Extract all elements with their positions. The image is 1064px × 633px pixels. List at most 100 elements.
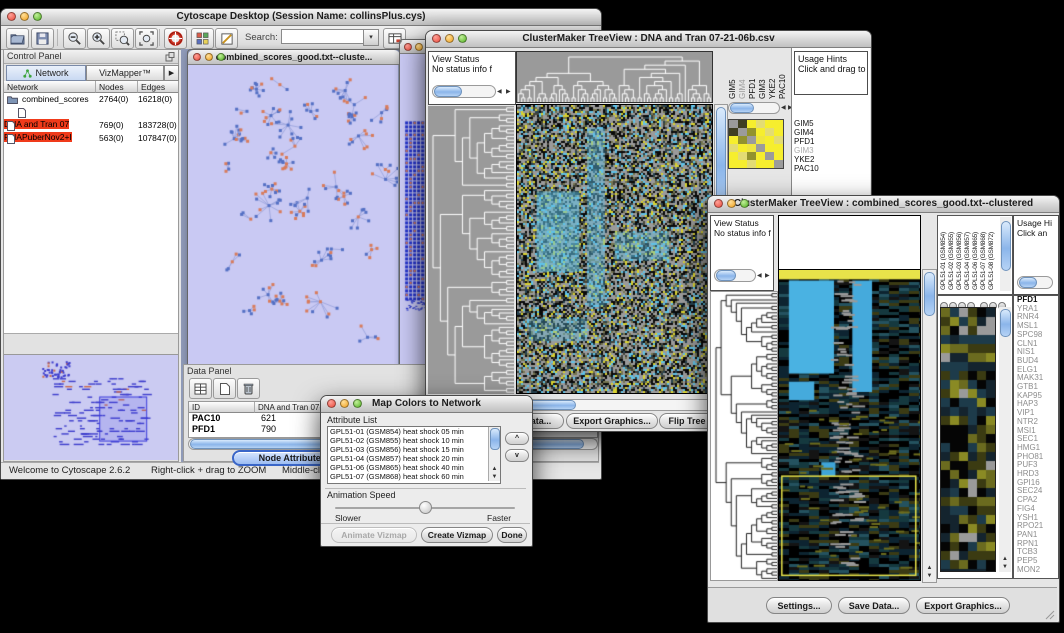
zoom-button[interactable]	[458, 34, 467, 43]
scrollbar-thumb[interactable]	[924, 272, 935, 316]
network-row[interactable]: RNAPuberNov2+I 563(0) 107847(0)	[4, 132, 178, 145]
search-input[interactable]	[281, 29, 365, 44]
network-row[interactable]: combined_scores 2764(0) 16218(0)	[4, 93, 178, 106]
network-canvas[interactable]	[188, 65, 398, 364]
zoom-fit-button[interactable]	[135, 28, 158, 49]
delete-attribute-button[interactable]	[237, 378, 260, 399]
speed-slider-thumb[interactable]	[419, 501, 432, 514]
network-view-titlebar[interactable]: combined_scores_good.txt--cluste...	[188, 50, 400, 65]
zoom-out-button[interactable]	[63, 28, 86, 49]
network-row[interactable]: DNA and Tran 07 769(0) 183728(0)	[4, 119, 178, 132]
minimize-button[interactable]	[445, 34, 454, 43]
scroll-right-arrow[interactable]: ▶	[506, 88, 511, 95]
close-button[interactable]	[193, 53, 201, 61]
window-controls[interactable]	[193, 53, 225, 61]
treeview2-titlebar[interactable]: ClusterMaker TreeView : combined_scores_…	[708, 196, 1059, 213]
network-row-selected[interactable]: combined_sco 2569(6) 13112(15)	[4, 106, 178, 119]
move-up-button[interactable]: ^	[505, 432, 529, 445]
scrollbar-thumb[interactable]	[490, 428, 500, 450]
scroll-left-arrow[interactable]: ◀	[757, 272, 762, 279]
minimize-button[interactable]	[727, 199, 736, 208]
search-dropdown-button[interactable]: ▾	[363, 29, 379, 46]
zoom-button[interactable]	[217, 53, 225, 61]
tab-overflow-button[interactable]: ▶	[164, 65, 179, 81]
scrollbar-thumb[interactable]	[1000, 309, 1011, 337]
scrollbar-thumb[interactable]	[730, 103, 754, 113]
move-down-button[interactable]: v	[505, 449, 529, 462]
annotation-button[interactable]	[215, 28, 238, 49]
save-session-button[interactable]	[31, 28, 54, 49]
scrollbar-thumb[interactable]	[716, 270, 736, 281]
zoom-button[interactable]	[33, 12, 42, 21]
column-header-edges[interactable]: Edges	[138, 81, 178, 93]
minimize-button[interactable]	[340, 399, 349, 408]
scroll-left-arrow[interactable]: ◀	[781, 104, 786, 111]
tab-vizmapper[interactable]: VizMapper™	[86, 65, 164, 81]
window-controls[interactable]	[7, 12, 42, 21]
resize-grip[interactable]	[1045, 610, 1055, 620]
zoom-selected-button[interactable]	[111, 28, 134, 49]
create-vizmap-button[interactable]: Create Vizmap	[421, 527, 493, 543]
row-dendrogram-canvas[interactable]	[710, 291, 778, 581]
scroll-down-arrow[interactable]: ▼	[999, 564, 1011, 571]
vizmapper-button[interactable]	[191, 28, 214, 49]
save-data-button[interactable]: Save Data...	[838, 597, 910, 614]
column-dendrogram-canvas[interactable]	[516, 51, 713, 103]
attribute-item[interactable]: GPL51-04 (GSM857) heat shock 20 min	[328, 454, 500, 463]
column-header-nodes[interactable]: Nodes	[96, 81, 138, 93]
usage-hscrollbar[interactable]	[1017, 276, 1053, 289]
row-dendrogram-canvas[interactable]	[428, 106, 514, 394]
window-controls[interactable]	[714, 199, 749, 208]
treeview1-titlebar[interactable]: ClusterMaker TreeView : DNA and Tran 07-…	[426, 31, 871, 48]
minimize-button[interactable]	[205, 53, 213, 61]
view-status-hscrollbar[interactable]	[432, 85, 496, 98]
heatmap-vscrollbar[interactable]: ▲ ▼	[922, 269, 937, 583]
zoom-heatmap-canvas[interactable]	[940, 307, 996, 572]
column-header-id[interactable]: ID	[189, 402, 255, 413]
heatmap-canvas[interactable]	[778, 269, 921, 581]
view-status-hscrollbar[interactable]	[714, 269, 756, 282]
export-graphics-button[interactable]: Export Graphics...	[566, 413, 658, 429]
float-panel-icon[interactable]	[165, 52, 175, 62]
scroll-up-arrow[interactable]: ▲	[999, 556, 1011, 563]
settings-button[interactable]: Settings...	[766, 597, 832, 614]
labels-vscrollbar[interactable]	[1000, 217, 1011, 291]
zoom-button[interactable]	[353, 399, 362, 408]
help-button[interactable]	[164, 28, 187, 49]
zoom-in-button[interactable]	[87, 28, 110, 49]
window-controls[interactable]	[327, 399, 362, 408]
scroll-down-arrow[interactable]: ▼	[489, 474, 500, 481]
zoom-matrix[interactable]	[728, 119, 784, 169]
minimize-button[interactable]	[415, 43, 423, 51]
new-attribute-button[interactable]	[213, 378, 236, 399]
close-button[interactable]	[7, 12, 16, 21]
tab-network[interactable]: Network	[6, 65, 86, 81]
scroll-up-arrow[interactable]: ▲	[923, 565, 936, 572]
attribute-item[interactable]: GPL51-07 (GSM868) heat shock 60 min	[328, 472, 500, 481]
network-overview-canvas[interactable]	[4, 355, 178, 460]
scroll-left-arrow[interactable]: ◀	[497, 88, 502, 95]
column-header-network[interactable]: Network	[4, 81, 96, 93]
export-graphics-button[interactable]: Export Graphics...	[916, 597, 1010, 614]
cytoscape-titlebar[interactable]: Cytoscape Desktop (Session Name: collins…	[1, 9, 601, 26]
close-button[interactable]	[327, 399, 336, 408]
attribute-item[interactable]: GPL51-03 (GSM856) heat shock 15 min	[328, 445, 500, 454]
animate-vizmap-button[interactable]: Animate Vizmap	[331, 527, 417, 543]
zoom-button[interactable]	[740, 199, 749, 208]
scroll-up-arrow[interactable]: ▲	[489, 466, 500, 473]
close-button[interactable]	[714, 199, 723, 208]
scrollbar-thumb[interactable]	[1019, 277, 1037, 288]
scroll-down-arrow[interactable]: ▼	[923, 573, 936, 580]
zoom-vscrollbar[interactable]: ▲ ▼	[999, 307, 1011, 572]
scroll-right-arrow[interactable]: ▶	[765, 272, 770, 279]
select-attributes-button[interactable]	[189, 378, 212, 399]
attribute-item[interactable]: GPL51-02 (GSM855) heat shock 10 min	[328, 436, 500, 445]
attribute-item[interactable]: GPL51-06 (GSM865) heat shock 40 min	[328, 463, 500, 472]
gene-item[interactable]: MON2	[1014, 566, 1058, 575]
treeview1-hscrollbar[interactable]	[504, 399, 718, 411]
minimize-button[interactable]	[20, 12, 29, 21]
dialog-titlebar[interactable]: Map Colors to Network	[321, 396, 532, 413]
zoom-hscrollbar[interactable]	[728, 102, 780, 114]
close-button[interactable]	[432, 34, 441, 43]
scrollbar-thumb[interactable]	[1001, 221, 1011, 271]
